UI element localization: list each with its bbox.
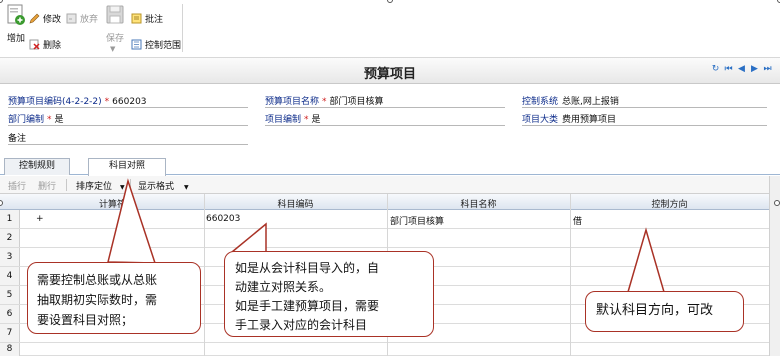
required-mark: * [47, 115, 52, 125]
column-header-code[interactable]: 科目编码 [204, 197, 387, 210]
delete-button[interactable]: 删除 [29, 37, 61, 51]
header-form: 预算项目编码(4-2-2-2) * 660203 预算项目名称 * 部门项目核算 控制系… [0, 84, 780, 154]
column-header-direction[interactable]: 控制方向 [570, 197, 769, 210]
field-underline [522, 107, 767, 108]
required-mark: * [104, 97, 110, 107]
chevron-down-icon: ▼ [120, 184, 125, 191]
table-row[interactable]: 8 [0, 343, 769, 356]
required-mark: * [304, 115, 309, 125]
direction-cell[interactable]: 借 [573, 214, 582, 227]
toolbar-divider [182, 4, 183, 52]
save-dropdown-arrow[interactable]: ▼ [110, 42, 115, 56]
operator-cell[interactable]: + [36, 214, 44, 224]
name-cell[interactable]: 部门项目核算 [390, 214, 444, 227]
column-header-name[interactable]: 科目名称 [387, 197, 570, 210]
next-record-icon[interactable]: ▶ [750, 65, 759, 74]
add-button[interactable]: 增加 [4, 4, 28, 44]
table-header: 计算符 科目编码 科目名称 控制方向 [0, 194, 769, 210]
tab-bar: 控制规则 科目对照 [0, 155, 780, 176]
callout-right: 默认科目方向，可改 [585, 291, 744, 332]
grid-toolbar-divider [66, 179, 67, 191]
record-navigation: ↻ ⏮ ◀ ▶ ⏭ [711, 65, 772, 74]
delete-icon [29, 39, 40, 50]
field-underline [265, 125, 505, 126]
edit-button[interactable]: 修改 [29, 11, 61, 25]
chevron-down-icon: ▼ [184, 184, 189, 191]
control-system-field[interactable]: 控制系统 总账,网上报销 [522, 94, 619, 107]
remark-field[interactable]: 备注 [8, 131, 26, 144]
sort-locate-button[interactable]: 排序定位 ▼ [76, 179, 125, 192]
table-row[interactable]: 2 [0, 229, 769, 248]
dept-compile-field[interactable]: 部门编制 * 是 [8, 112, 64, 125]
floppy-disk-icon [105, 4, 125, 26]
control-scope-button[interactable]: 控制范围 [131, 37, 181, 51]
abandon-button[interactable]: 放弃 [66, 11, 98, 25]
refresh-icon[interactable]: ↻ [711, 65, 720, 74]
insert-row-button[interactable]: 插行 [8, 179, 26, 192]
field-underline [265, 107, 505, 108]
field-underline [8, 125, 248, 126]
tab-control-rules[interactable]: 控制规则 [4, 158, 70, 175]
display-format-button[interactable]: 显示格式 ▼ [138, 179, 189, 192]
selection-handle [774, 200, 780, 206]
column-divider [204, 194, 205, 356]
code-cell[interactable]: 660203 [206, 214, 240, 224]
note-icon [131, 13, 142, 24]
last-record-icon[interactable]: ⏭ [763, 65, 772, 74]
approve-button[interactable]: 批注 [131, 11, 163, 25]
table-row[interactable]: 1 + 660203 部门项目核算 借 [0, 210, 769, 229]
required-mark: * [322, 97, 327, 107]
grid-toolbar-divider [130, 179, 131, 191]
page-title: 预算项目 [363, 67, 416, 82]
scope-icon [131, 39, 142, 50]
first-record-icon[interactable]: ⏮ [724, 65, 733, 74]
delete-row-button[interactable]: 删行 [38, 179, 56, 192]
column-header-operator[interactable]: 计算符 [21, 197, 204, 210]
budget-code-field[interactable]: 预算项目编码(4-2-2-2) * 660203 [8, 94, 147, 107]
field-underline [8, 144, 248, 145]
title-bar: 预算项目 ↻ ⏮ ◀ ▶ ⏭ [0, 58, 780, 84]
project-compile-field[interactable]: 项目编制 * 是 [265, 112, 321, 125]
callout-middle: 如是从会计科目导入的，自 动建立对照关系。 如是手工建预算项目，需要 手工录入对… [224, 251, 434, 337]
abandon-icon [66, 13, 77, 24]
tab-subject-mapping[interactable]: 科目对照 [88, 158, 166, 176]
grid-toolbar: 插行 删行 排序定位 ▼ 显示格式 ▼ [0, 176, 780, 194]
save-button[interactable]: 保存 [103, 4, 127, 44]
budget-name-field[interactable]: 预算项目名称 * 部门项目核算 [265, 94, 384, 107]
previous-record-icon[interactable]: ◀ [737, 65, 746, 74]
callout-left: 需要控制总账或从总账 抽取期初实际数时，需 要设置科目对照； [27, 262, 201, 334]
pencil-icon [29, 13, 40, 24]
field-underline [522, 125, 767, 126]
toolbar: 增加 修改 放弃 删除 保存 ▼ 批注 控制范围 [0, 0, 780, 58]
field-underline [8, 107, 248, 108]
project-category-field[interactable]: 项目大类 费用预算项目 [522, 112, 616, 125]
column-divider [570, 194, 571, 356]
add-label: 增加 [6, 34, 25, 44]
add-icon [6, 4, 26, 26]
